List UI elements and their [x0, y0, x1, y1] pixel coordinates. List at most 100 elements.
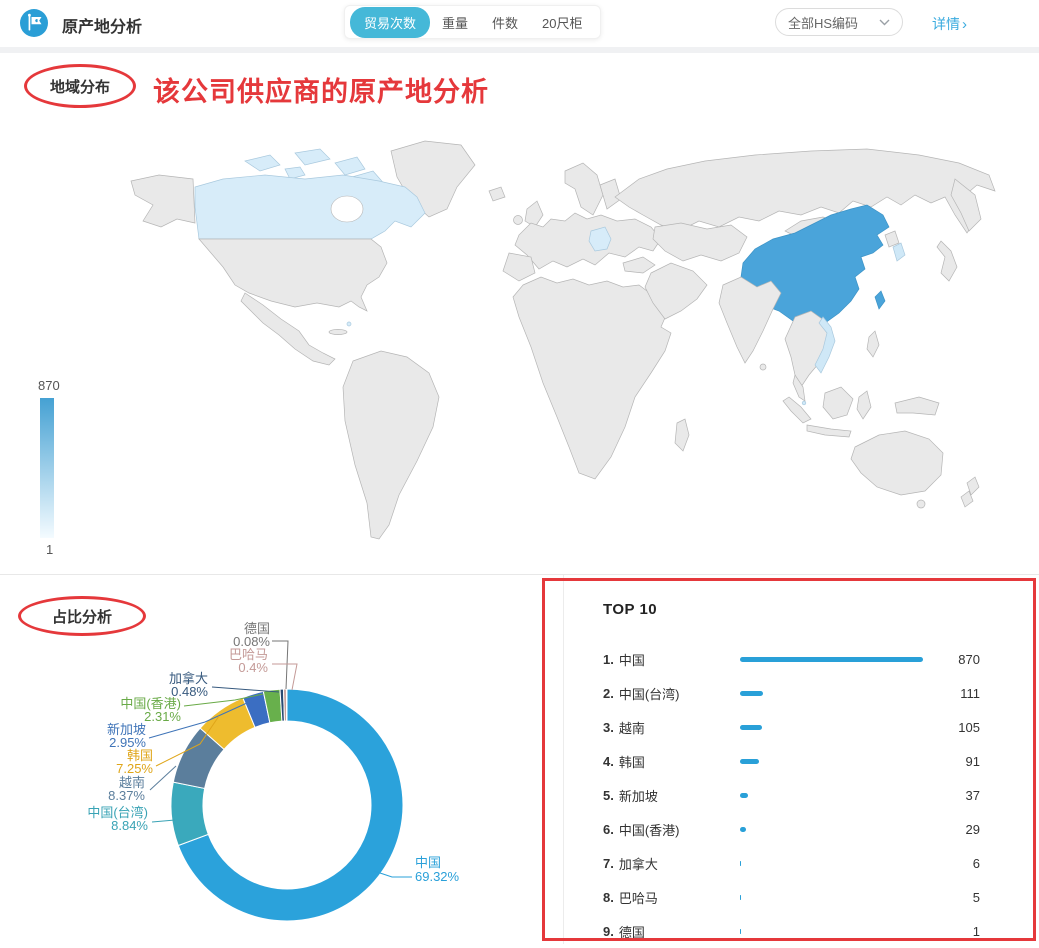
pie-leader-germany: [272, 641, 288, 689]
chevron-down-icon: [879, 19, 890, 26]
top10-value: 91: [966, 754, 980, 769]
header-bar: 原产地分析 贸易次数 重量 件数 20尺柜 全部HS编码 详情›: [0, 0, 1039, 47]
map-alaska: [131, 175, 195, 227]
tab-weight[interactable]: 重量: [430, 7, 480, 38]
top10-country-name: 越南: [619, 718, 645, 737]
top10-row: 2. 中国(台湾) 111: [603, 676, 983, 710]
column-divider: [563, 575, 564, 944]
map-cuba: [329, 329, 347, 334]
map-usa: [199, 239, 387, 311]
metric-tab-group: 贸易次数 重量 件数 20尺柜: [344, 5, 601, 39]
pie-label-china: 中国69.32%: [415, 856, 495, 884]
top10-value: 870: [958, 652, 980, 667]
map-south-korea[interactable]: [893, 243, 905, 261]
pie-label-korea: 韩国7.25%: [63, 749, 153, 775]
map-iberia: [503, 253, 535, 281]
top10-rank: 9.: [603, 924, 614, 939]
top10-country-name: 巴哈马: [619, 888, 658, 907]
top10-bar: [740, 759, 759, 764]
top10-rank: 5.: [603, 788, 614, 803]
pie-label-canada: 加拿大0.48%: [130, 672, 208, 698]
top10-row: 1. 中国 870: [603, 642, 983, 676]
map-uk: [525, 201, 543, 227]
top10-bar: [740, 861, 741, 866]
top10-bar: [740, 895, 741, 900]
map-hudson-bay: [331, 196, 363, 222]
top10-value: 1: [973, 924, 980, 939]
hs-code-select[interactable]: 全部HS编码: [775, 8, 903, 36]
map-central-asia: [653, 223, 747, 261]
flag-icon: [20, 9, 48, 37]
pie-leader-canada: [212, 687, 279, 692]
region-section-title: 地域分布: [50, 76, 110, 97]
tab-piece-count[interactable]: 件数: [480, 7, 530, 38]
map-philippines: [867, 331, 879, 357]
pie-label-singapore: 新加坡2.95%: [60, 723, 146, 749]
top10-value: 29: [966, 822, 980, 837]
top10-rank: 7.: [603, 856, 614, 871]
map-africa: [513, 277, 671, 479]
top10-bar: [740, 793, 748, 798]
map-singapore[interactable]: [802, 401, 806, 405]
map-south-america: [343, 351, 439, 539]
top10-rank: 3.: [603, 720, 614, 735]
top10-row: 6. 中国(香港) 29: [603, 812, 983, 846]
map-legend-gradient: [40, 398, 54, 538]
top10-rank: 4.: [603, 754, 614, 769]
detail-link[interactable]: 详情›: [932, 14, 967, 34]
top10-value: 5: [973, 890, 980, 905]
pie-label-vietnam: 越南8.37%: [57, 776, 145, 802]
map-australia: [851, 431, 943, 495]
top10-row: 8. 巴哈马 5: [603, 880, 983, 914]
pie-label-taiwan: 中国(台湾)8.84%: [55, 806, 148, 832]
top10-row: 7. 加拿大 6: [603, 846, 983, 880]
map-india: [719, 277, 781, 363]
top10-rank: 2.: [603, 686, 614, 701]
map-finland: [600, 179, 621, 209]
top10-value: 105: [958, 720, 980, 735]
map-north-korea: [885, 231, 899, 247]
top10-list: 1. 中国 870 2. 中国(台湾) 111 3. 越南 105 4. 韩国 …: [603, 642, 983, 948]
top10-rank: 6.: [603, 822, 614, 837]
top10-country-name: 中国: [619, 650, 645, 669]
top10-row: 5. 新加坡 37: [603, 778, 983, 812]
top10-bar: [740, 725, 762, 730]
red-circle-annotation-region: 地域分布: [24, 64, 136, 108]
world-map-chart: [95, 135, 1015, 563]
top10-row: 9. 德国 1: [603, 914, 983, 948]
red-text-annotation: 该公司供应商的原产地分析: [153, 70, 489, 109]
header-divider: [0, 47, 1039, 53]
pie-leader-bahamas: [272, 664, 297, 690]
tab-20ft-container[interactable]: 20尺柜: [530, 7, 594, 38]
top10-row: 3. 越南 105: [603, 710, 983, 744]
chevron-right-icon: ›: [962, 16, 967, 33]
top10-country-name: 德国: [619, 922, 645, 941]
top10-rank: 1.: [603, 652, 614, 667]
pie-label-hongkong: 中国(香港)2.31%: [95, 697, 181, 723]
map-turkey: [623, 257, 655, 273]
map-canada[interactable]: [195, 175, 425, 239]
top10-bar: [740, 691, 763, 696]
map-new-zealand: [961, 477, 979, 507]
map-tasmania: [917, 500, 925, 508]
map-taiwan[interactable]: [875, 291, 885, 309]
top10-bar: [740, 929, 741, 934]
top10-bar: [740, 827, 746, 832]
top10-row: 4. 韩国 91: [603, 744, 983, 778]
map-indonesia: [783, 387, 871, 437]
pie-label-germany: 德国0.08%: [180, 622, 270, 648]
pie-segment-9[interactable]: [286, 689, 287, 721]
page-title: 原产地分析: [62, 13, 142, 37]
top10-value: 37: [966, 788, 980, 803]
top10-country-name: 韩国: [619, 752, 645, 771]
map-legend-max: 870: [38, 378, 60, 393]
map-legend-min: 1: [46, 542, 53, 557]
map-new-guinea: [895, 397, 939, 415]
map-scandinavia: [565, 163, 603, 215]
pie-segment-2[interactable]: [171, 782, 208, 845]
hs-code-select-value: 全部HS编码: [788, 13, 858, 32]
map-bahamas[interactable]: [347, 322, 351, 326]
map-madagascar: [675, 419, 689, 451]
top10-value: 6: [973, 856, 980, 871]
tab-trade-count[interactable]: 贸易次数: [350, 7, 430, 38]
